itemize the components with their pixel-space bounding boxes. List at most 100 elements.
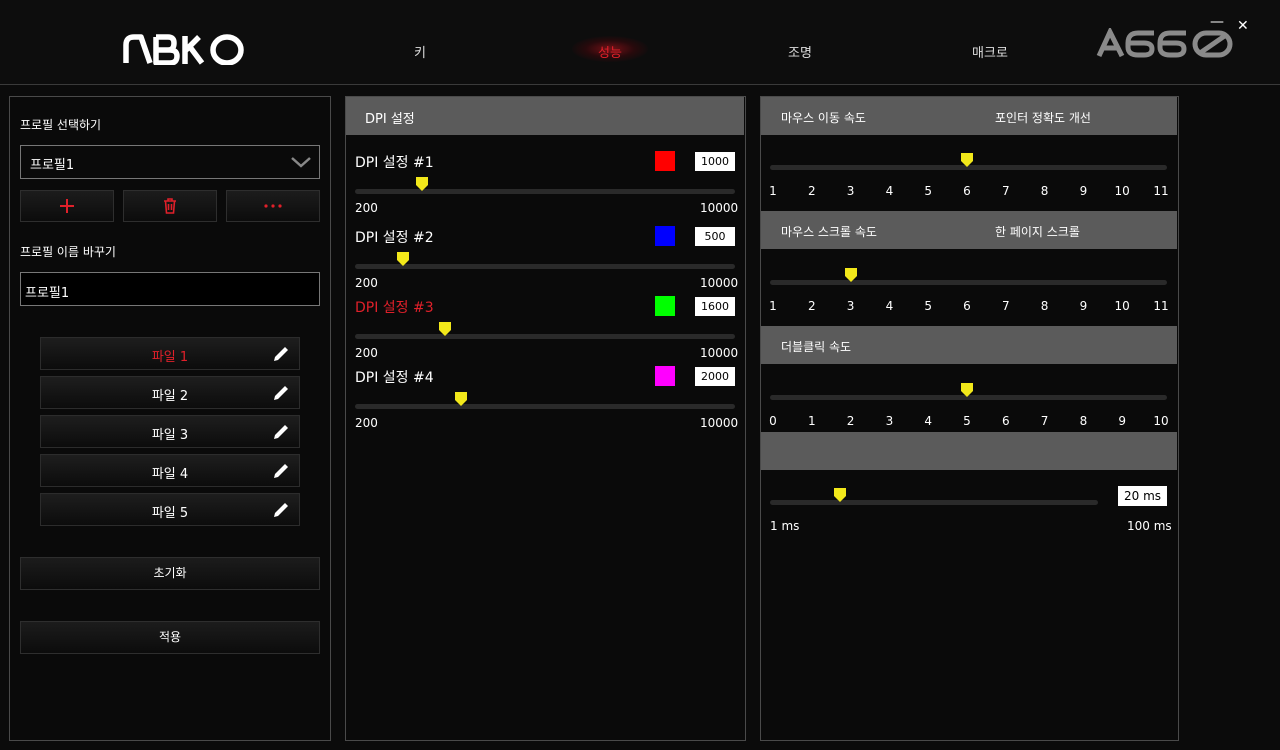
profile-select[interactable]: 프로필1 bbox=[20, 145, 320, 179]
minimize-button[interactable]: — bbox=[1210, 14, 1224, 30]
scroll-header: 마우스 스크롤 속도 한 페이지 스크롤 bbox=[761, 211, 1177, 249]
speed-tick-label: 10 bbox=[1114, 184, 1130, 198]
dpi-1-value-box[interactable]: 1000 bbox=[695, 152, 735, 171]
file-5-label: 파일 5 bbox=[151, 506, 189, 521]
file-5-button[interactable]: 파일 5 bbox=[40, 493, 300, 526]
pencil-icon[interactable] bbox=[271, 461, 291, 481]
more-icon bbox=[264, 204, 282, 208]
scroll-slider-track[interactable] bbox=[770, 280, 1167, 285]
dblclick-tick-label: 7 bbox=[1040, 414, 1049, 428]
dblclick-tick-label: 5 bbox=[963, 414, 971, 428]
more-options-button[interactable] bbox=[226, 190, 320, 222]
dpi-4-slider-thumb[interactable] bbox=[454, 392, 467, 406]
speed-tick-label: 8 bbox=[1040, 184, 1049, 198]
dblclick-tick-label: 4 bbox=[924, 414, 933, 428]
speed-tick-label: 7 bbox=[1001, 184, 1010, 198]
dpi-3-min-label: 200 bbox=[355, 346, 378, 360]
dpi-setting-1-label[interactable]: DPI 설정 #1 bbox=[355, 152, 434, 172]
tab-lighting[interactable]: 조명 bbox=[788, 42, 812, 61]
dpi-4-min-label: 200 bbox=[355, 416, 378, 430]
scroll-tick-label: 9 bbox=[1079, 299, 1088, 313]
abko-logo bbox=[123, 34, 244, 65]
profile-select-label: 프로필 선택하기 bbox=[20, 118, 102, 132]
dblclick-tick-label: 9 bbox=[1118, 414, 1127, 428]
dpi-1-slider-thumb[interactable] bbox=[416, 177, 429, 191]
delete-profile-button[interactable] bbox=[123, 190, 217, 222]
close-button[interactable]: ✕ bbox=[1237, 18, 1249, 34]
file-3-label: 파일 3 bbox=[151, 428, 189, 443]
file-4-label: 파일 4 bbox=[151, 467, 189, 482]
scroll-slider-thumb[interactable] bbox=[844, 268, 857, 282]
dpi-3-max-label: 10000 bbox=[700, 346, 739, 360]
response-slider-thumb[interactable] bbox=[834, 488, 847, 502]
chevron-down-icon bbox=[291, 157, 311, 168]
dblclick-tick-label: 1 bbox=[807, 414, 816, 428]
speed-tick-label: 11 bbox=[1153, 184, 1169, 198]
speed-tick-label: 9 bbox=[1079, 184, 1088, 198]
tab-key[interactable]: 키 bbox=[414, 42, 426, 61]
pencil-icon[interactable] bbox=[271, 500, 291, 520]
response-header bbox=[761, 432, 1177, 470]
scroll-tick-label: 11 bbox=[1153, 299, 1169, 313]
pencil-icon[interactable] bbox=[271, 422, 291, 442]
scroll-tick-label: 5 bbox=[924, 299, 933, 313]
add-profile-button[interactable] bbox=[20, 190, 114, 222]
dpi-2-slider-thumb[interactable] bbox=[396, 252, 409, 266]
response-slider-track[interactable] bbox=[770, 500, 1098, 505]
dpi-4-slider-track[interactable] bbox=[355, 404, 735, 409]
scroll-tick-label: 7 bbox=[1001, 299, 1010, 313]
dpi-3-color-swatch[interactable] bbox=[655, 296, 675, 316]
dpi-header: DPI 설정 bbox=[346, 97, 744, 135]
pencil-icon[interactable] bbox=[271, 383, 291, 403]
speed-tick-label: 4 bbox=[885, 184, 894, 198]
dpi-2-min-label: 200 bbox=[355, 276, 378, 290]
dpi-setting-4-label[interactable]: DPI 설정 #4 bbox=[355, 367, 434, 387]
dblclick-tick-label: 6 bbox=[1001, 414, 1010, 428]
dpi-setting-2-label[interactable]: DPI 설정 #2 bbox=[355, 227, 434, 247]
scroll-tick-label: 3 bbox=[846, 299, 855, 313]
pencil-icon[interactable] bbox=[271, 344, 291, 364]
speed-tick-label: 2 bbox=[807, 184, 816, 198]
response-value-box[interactable]: 20 ms bbox=[1118, 486, 1167, 506]
reset-button[interactable]: 초기화 bbox=[20, 557, 320, 590]
profile-name-input[interactable]: 프로필1 bbox=[20, 272, 320, 306]
top-header: 키 성능 조명 매크로 — ✕ bbox=[0, 0, 1280, 85]
scroll-tick-label: 1 bbox=[769, 299, 777, 313]
dpi-4-color-swatch[interactable] bbox=[655, 366, 675, 386]
dblclick-header: 더블클릭 속도 bbox=[761, 326, 1177, 364]
page-scroll-label[interactable]: 한 페이지 스크롤 bbox=[995, 223, 1080, 240]
dpi-4-max-label: 10000 bbox=[700, 416, 739, 430]
dpi-2-value-box[interactable]: 500 bbox=[695, 227, 735, 246]
pointer-precision-label[interactable]: 포인터 정확도 개선 bbox=[995, 109, 1091, 126]
dpi-1-color-swatch[interactable] bbox=[655, 151, 675, 171]
dpi-2-slider-track[interactable] bbox=[355, 264, 735, 269]
dblclick-slider-thumb[interactable] bbox=[961, 383, 973, 397]
dpi-2-color-swatch[interactable] bbox=[655, 226, 675, 246]
apply-button[interactable]: 적용 bbox=[20, 621, 320, 654]
file-1-button[interactable]: 파일 1 bbox=[40, 337, 300, 370]
scroll-tick-label: 2 bbox=[807, 299, 816, 313]
dpi-3-value-box[interactable]: 1600 bbox=[695, 297, 735, 316]
speed-header: 마우스 이동 속도 포인터 정확도 개선 bbox=[761, 97, 1177, 135]
file-3-button[interactable]: 파일 3 bbox=[40, 415, 300, 448]
model-logo bbox=[1096, 28, 1233, 58]
tab-macro[interactable]: 매크로 bbox=[972, 42, 1008, 61]
dpi-3-slider-track[interactable] bbox=[355, 334, 735, 339]
file-1-label: 파일 1 bbox=[151, 350, 189, 365]
dpi-setting-3-label[interactable]: DPI 설정 #3 bbox=[355, 297, 434, 317]
dblclick-tick-label: 10 bbox=[1153, 414, 1169, 428]
file-2-label: 파일 2 bbox=[151, 389, 189, 404]
dpi-1-min-label: 200 bbox=[355, 201, 378, 215]
file-4-button[interactable]: 파일 4 bbox=[40, 454, 300, 487]
speed-slider-thumb[interactable] bbox=[961, 153, 973, 167]
dpi-4-value-box[interactable]: 2000 bbox=[695, 367, 735, 386]
dpi-1-slider-track[interactable] bbox=[355, 189, 735, 194]
dblclick-tick-label: 8 bbox=[1079, 414, 1088, 428]
file-2-button[interactable]: 파일 2 bbox=[40, 376, 300, 409]
scroll-title: 마우스 스크롤 속도 bbox=[781, 225, 877, 239]
speed-title: 마우스 이동 속도 bbox=[781, 111, 866, 125]
scroll-tick-label: 10 bbox=[1114, 299, 1130, 313]
dpi-3-slider-thumb[interactable] bbox=[439, 322, 452, 336]
tab-performance[interactable]: 성능 bbox=[598, 42, 622, 61]
response-max-label: 100 ms bbox=[1127, 519, 1172, 533]
